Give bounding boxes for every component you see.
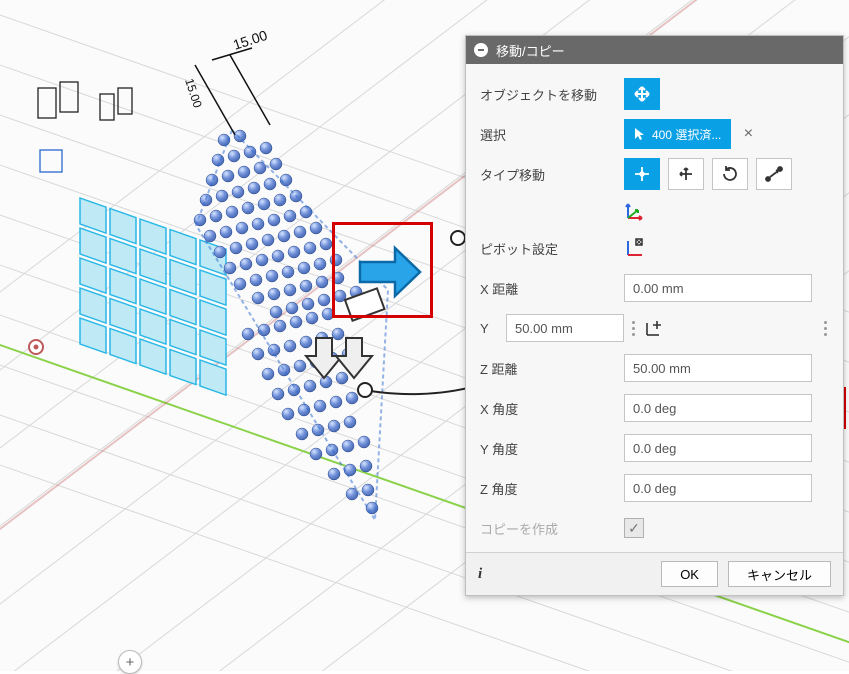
dimension-15b: 15.00 bbox=[182, 77, 205, 110]
row-pivot: ピボット設定 bbox=[480, 228, 829, 268]
cancel-button[interactable]: キャンセル bbox=[728, 561, 831, 587]
move-copy-panel: 移動/コピー オブジェクトを移動 選択 400 選択済... × タイプ移動 bbox=[465, 35, 844, 596]
move-object-button[interactable] bbox=[624, 78, 660, 110]
y-angle-input[interactable] bbox=[624, 434, 812, 462]
label-z-dist: Z 距離 bbox=[480, 359, 618, 378]
label-move-object: オブジェクトを移動 bbox=[480, 85, 618, 104]
z-distance-input[interactable] bbox=[624, 354, 812, 382]
selection-chip[interactable]: 400 選択済... bbox=[624, 119, 731, 149]
dimension-15a: 15.00 bbox=[195, 27, 270, 135]
label-y-dist: Y bbox=[480, 321, 500, 336]
arrows-icon bbox=[633, 85, 651, 103]
point-to-point-icon bbox=[764, 165, 784, 183]
pick-point-icon[interactable] bbox=[643, 317, 665, 339]
clear-selection-button[interactable]: × bbox=[739, 125, 757, 143]
x-distance-input[interactable] bbox=[624, 274, 812, 302]
translate-button[interactable] bbox=[668, 158, 704, 190]
free-move-button[interactable] bbox=[624, 158, 660, 190]
collapse-icon[interactable] bbox=[474, 43, 488, 57]
move-gizmo-arrows bbox=[306, 288, 384, 378]
cursor-icon bbox=[634, 127, 646, 141]
z-angle-input[interactable] bbox=[624, 474, 812, 502]
free-move-icon bbox=[633, 165, 651, 183]
row-y-ang: Y 角度 bbox=[480, 428, 829, 468]
y-distance-input[interactable] bbox=[506, 314, 624, 342]
selection-count: 400 選択済... bbox=[652, 126, 721, 143]
point-to-point-button[interactable] bbox=[756, 158, 792, 190]
rotate-icon bbox=[721, 165, 739, 183]
label-type-move: タイプ移動 bbox=[480, 165, 618, 184]
create-copies-checkbox: ✓ bbox=[624, 518, 644, 538]
label-selection: 選択 bbox=[480, 125, 618, 144]
label-pivot: ピボット設定 bbox=[480, 239, 618, 258]
label-x-ang: X 角度 bbox=[480, 399, 618, 418]
row-move-object: オブジェクトを移動 bbox=[480, 74, 829, 114]
ok-button[interactable]: OK bbox=[661, 561, 718, 587]
blue-direction-arrow bbox=[360, 248, 420, 296]
row-y-dist: Y bbox=[480, 308, 829, 348]
row-overflow-icon[interactable] bbox=[822, 321, 829, 336]
row-type-move: タイプ移動 bbox=[480, 154, 829, 194]
triad-icon bbox=[624, 200, 646, 222]
label-y-ang: Y 角度 bbox=[480, 439, 618, 458]
translate-icon bbox=[677, 165, 695, 183]
y-menu-icon[interactable] bbox=[630, 321, 637, 336]
label-z-ang: Z 角度 bbox=[480, 479, 618, 498]
info-icon[interactable]: i bbox=[478, 566, 482, 583]
cyan-grid-faces bbox=[80, 198, 226, 395]
row-x-ang: X 角度 bbox=[480, 388, 829, 428]
panel-title: 移動/コピー bbox=[496, 41, 565, 60]
row-selection: 選択 400 選択済... × bbox=[480, 114, 829, 154]
wireframe-sketches bbox=[38, 82, 132, 172]
panel-footer: i OK キャンセル bbox=[466, 552, 843, 595]
panel-header[interactable]: 移動/コピー bbox=[466, 36, 843, 64]
add-fab-button[interactable]: + bbox=[118, 650, 142, 674]
label-create-copies: コピーを作成 bbox=[480, 519, 618, 538]
row-create-copies: コピーを作成 ✓ bbox=[480, 508, 829, 548]
row-z-ang: Z 角度 bbox=[480, 468, 829, 508]
dim-label-b: 15.00 bbox=[182, 77, 205, 110]
row-z-dist: Z 距離 bbox=[480, 348, 829, 388]
x-angle-input[interactable] bbox=[624, 394, 812, 422]
row-x-dist: X 距離 bbox=[480, 268, 829, 308]
rotate-button[interactable] bbox=[712, 158, 748, 190]
row-triad bbox=[480, 194, 829, 228]
label-x-dist: X 距離 bbox=[480, 279, 618, 298]
pivot-axes-icon[interactable] bbox=[624, 237, 646, 259]
